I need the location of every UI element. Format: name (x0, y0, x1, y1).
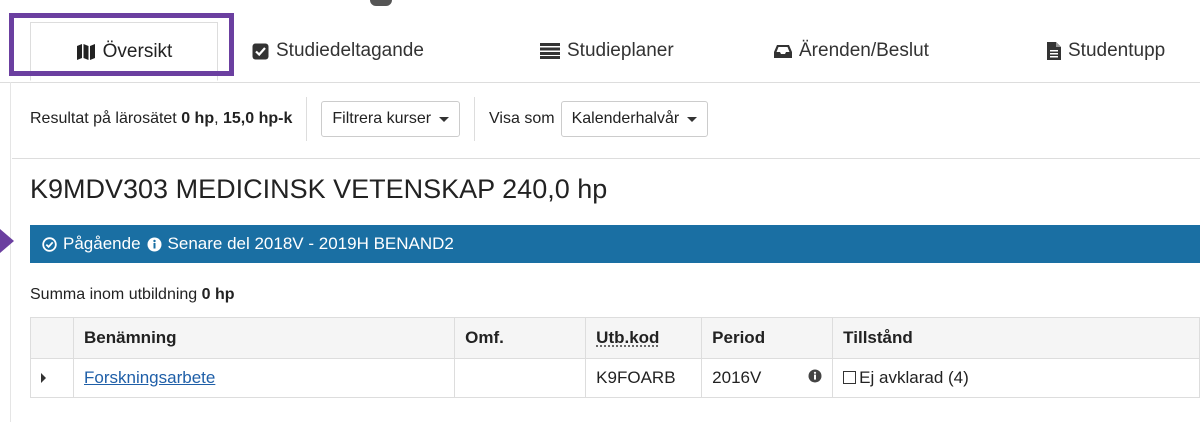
result-hp: 0 hp (181, 110, 215, 127)
period-value: 2016V (712, 368, 762, 387)
checkbox-icon (843, 371, 857, 384)
summa-prefix: Summa inom utbildning (30, 286, 198, 303)
tab-studiedeltagande[interactable]: Studiedeltagande (252, 22, 424, 80)
courses-table: Benämning Omf. Utb.kod Period Tillstånd … (30, 317, 1200, 398)
map-icon (76, 43, 96, 61)
status-detail: Senare del 2018V - 2019H BENAND2 (167, 234, 454, 253)
filter-courses-label: Filtrera kurser (332, 110, 432, 127)
tab-label: Ärenden/Beslut (799, 40, 929, 61)
course-link[interactable]: Forskningsarbete (84, 368, 215, 387)
tab-arenden-beslut[interactable]: Ärenden/Beslut (774, 22, 929, 80)
caret-down-icon (687, 116, 698, 122)
header-omf[interactable]: Omf. (454, 317, 587, 359)
tab-label: Studiedeltagande (276, 40, 424, 61)
header-tillstand[interactable]: Tillstånd (832, 317, 1200, 359)
info-icon[interactable] (808, 368, 822, 388)
tab-studieplaner[interactable]: Studieplaner (540, 22, 674, 80)
result-separator: , (214, 110, 219, 127)
summa-line: Summa inom utbildning 0 hp (30, 286, 235, 304)
view-mode-label: Kalenderhalvår (571, 110, 680, 127)
utb-kod-abbr: Utb.kod (596, 328, 660, 347)
result-hpk: 15,0 hp-k (223, 110, 293, 127)
tab-studentupp[interactable]: Studentupp (1047, 22, 1165, 80)
cell-period: 2016V (701, 358, 834, 398)
check-circle-icon (42, 236, 57, 252)
tab-bar: Översikt Studiedeltagande Studieplaner Ä… (0, 22, 1200, 83)
header-period[interactable]: Period (701, 317, 834, 359)
cell-omf (454, 358, 587, 398)
header-name[interactable]: Benämning (72, 317, 456, 359)
status-label: Pågående (63, 234, 141, 253)
list-icon (540, 43, 560, 59)
result-summary: Resultat på lärosätet 0 hp, 15,0 hp-k (30, 110, 292, 128)
filter-bar: Resultat på lärosätet 0 hp, 15,0 hp-k Fi… (30, 96, 709, 142)
cell-tillstand: Ej avklarad (4) (832, 358, 1200, 398)
caret-right-icon (41, 373, 46, 383)
tab-oversikt[interactable]: Översikt (30, 22, 218, 81)
check-square-icon (252, 43, 269, 60)
divider (306, 97, 308, 141)
visa-som-label: Visa som (489, 110, 555, 127)
result-prefix: Resultat på lärosätet (30, 110, 177, 127)
top-scroll-mark (370, 0, 392, 6)
header-utb-kod[interactable]: Utb.kod (585, 317, 703, 359)
arrow-annotation (0, 229, 14, 253)
tab-label: Studieplaner (567, 40, 674, 61)
info-icon[interactable] (147, 237, 162, 252)
table-header-row: Benämning Omf. Utb.kod Period Tillstånd (30, 317, 1200, 359)
filter-courses-button[interactable]: Filtrera kurser (321, 101, 461, 137)
caret-down-icon (439, 116, 450, 122)
cell-name: Forskningsarbete (72, 358, 456, 398)
tillstand-value: Ej avklarad (4) (859, 368, 969, 387)
view-mode-dropdown[interactable]: Kalenderhalvår (560, 101, 709, 137)
summa-value: 0 hp (201, 286, 235, 303)
table-row: Forskningsarbete K9FOARB 2016V Ej avklar… (30, 358, 1200, 398)
file-icon (1047, 42, 1061, 60)
program-title: K9MDV303 MEDICINSK VETENSKAP 240,0 hp (30, 174, 608, 204)
row-expander[interactable] (30, 358, 74, 398)
divider (474, 97, 476, 141)
top-strip (0, 0, 1200, 10)
tab-label: Översikt (102, 40, 173, 62)
program-status-bar: Pågående Senare del 2018V - 2019H BENAND… (30, 225, 1200, 263)
inbox-icon (774, 44, 792, 59)
cell-utb: K9FOARB (585, 358, 703, 398)
section-separator (12, 158, 1200, 159)
tab-label: Studentupp (1068, 40, 1166, 61)
expand-column-header (30, 317, 74, 359)
